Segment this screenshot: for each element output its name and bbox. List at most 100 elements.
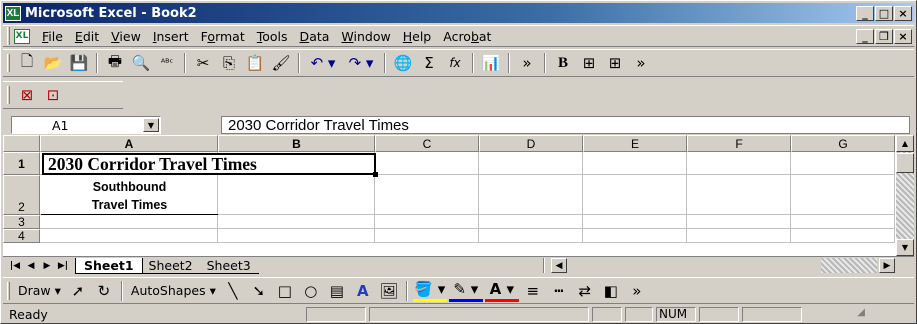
textbox-icon[interactable]: ▤ bbox=[325, 280, 349, 302]
cell-A2[interactable]: Southbound Travel Times bbox=[41, 176, 218, 215]
line-color-icon[interactable]: ✎ ▾ bbox=[448, 280, 483, 302]
bold-icon[interactable]: B bbox=[551, 52, 575, 74]
dash-style-icon[interactable]: ┅ bbox=[547, 280, 571, 302]
grid-cell[interactable] bbox=[583, 175, 687, 215]
name-box[interactable]: A1 ▼ bbox=[11, 116, 161, 134]
arrow-style-icon[interactable]: ⇄ bbox=[573, 280, 597, 302]
rectangle-icon[interactable]: □ bbox=[273, 280, 297, 302]
oval-icon[interactable]: ○ bbox=[299, 280, 323, 302]
cut-icon[interactable]: ✂ bbox=[191, 52, 215, 74]
grid-cell[interactable] bbox=[583, 215, 687, 229]
column-header[interactable]: D bbox=[479, 135, 583, 152]
grid-cell[interactable] bbox=[40, 229, 218, 243]
drawing-toolbar-grip[interactable] bbox=[7, 281, 10, 300]
menu-item[interactable]: Format bbox=[195, 29, 251, 44]
autoshapes-menu[interactable]: AutoShapes ▾ bbox=[127, 283, 220, 298]
menu-item[interactable]: Tools bbox=[251, 29, 294, 44]
menu-item[interactable]: Acrobat bbox=[437, 29, 497, 44]
workbook-icon[interactable]: XL bbox=[14, 28, 30, 44]
grid-cell[interactable] bbox=[479, 175, 583, 215]
convert-and-email-icon[interactable]: ⊡ bbox=[41, 84, 65, 106]
grid-cell[interactable] bbox=[218, 175, 375, 215]
menu-item[interactable]: Window bbox=[335, 29, 396, 44]
undo-icon[interactable]: ↶ ▾ bbox=[305, 52, 341, 74]
select-all-corner[interactable] bbox=[3, 135, 40, 152]
menu-item[interactable]: Help bbox=[397, 29, 438, 44]
draw-menu[interactable]: Draw ▾ bbox=[14, 283, 65, 298]
row-header[interactable]: 1 bbox=[3, 152, 40, 175]
resize-grip-icon[interactable]: ◢ bbox=[805, 307, 865, 322]
new-icon[interactable]: 🗋 bbox=[15, 52, 39, 74]
wordart-icon[interactable]: A bbox=[351, 280, 375, 302]
save-icon[interactable]: 💾 bbox=[67, 52, 91, 74]
toolbar-grip[interactable] bbox=[7, 54, 10, 72]
scroll-right-icon[interactable]: ▶ bbox=[879, 258, 895, 273]
grid-cell[interactable] bbox=[687, 152, 791, 175]
grid-cell[interactable] bbox=[583, 229, 687, 243]
menu-item[interactable]: View bbox=[105, 29, 147, 44]
grid-cell[interactable] bbox=[218, 215, 375, 229]
grid-cell[interactable] bbox=[479, 152, 583, 175]
menu-item[interactable]: File bbox=[36, 29, 69, 44]
arrow-icon[interactable]: ➘ bbox=[247, 280, 271, 302]
grid-cell[interactable] bbox=[791, 215, 895, 229]
column-header[interactable]: E bbox=[583, 135, 687, 152]
tab-split-box[interactable] bbox=[543, 258, 545, 273]
function-icon[interactable]: fx bbox=[443, 52, 467, 74]
minimize-button[interactable]: _ bbox=[856, 6, 874, 21]
spelling-icon[interactable]: ᴬᴮᶜ bbox=[155, 52, 179, 74]
toolbar-grip[interactable] bbox=[7, 86, 10, 104]
tab-sheet3[interactable]: Sheet3 bbox=[198, 258, 259, 274]
menu-item[interactable]: Edit bbox=[69, 29, 105, 44]
font-color-icon[interactable]: A ▾ bbox=[484, 280, 519, 302]
prev-sheet-icon[interactable]: ◀ bbox=[23, 258, 39, 274]
more-buttons-icon[interactable]: » bbox=[625, 280, 649, 302]
grid-cell[interactable] bbox=[791, 152, 895, 175]
grid-cell[interactable] bbox=[687, 175, 791, 215]
maximize-button[interactable]: □ bbox=[875, 6, 893, 21]
row-header[interactable]: 3 bbox=[3, 215, 40, 229]
format-painter-icon[interactable]: 🖌 bbox=[269, 52, 293, 74]
grid-cell[interactable] bbox=[687, 215, 791, 229]
line-style-icon[interactable]: ≡ bbox=[521, 280, 545, 302]
scroll-up-icon[interactable]: ▲ bbox=[896, 135, 914, 152]
chevron-down-icon[interactable]: ▼ bbox=[143, 118, 159, 132]
3d-icon[interactable]: ◧ bbox=[599, 280, 623, 302]
workbook-minimize-button[interactable]: _ bbox=[856, 29, 874, 44]
fill-color-icon[interactable]: 🪣 ▾ bbox=[412, 280, 447, 302]
grid-cell[interactable] bbox=[375, 229, 479, 243]
print-icon[interactable]: 🖶 bbox=[103, 52, 127, 74]
free-rotate-icon[interactable]: ↻ bbox=[92, 280, 116, 302]
copy-icon[interactable]: ⎘ bbox=[217, 52, 241, 74]
column-header[interactable]: B bbox=[218, 135, 375, 152]
grid-cell[interactable] bbox=[791, 229, 895, 243]
fill-handle[interactable] bbox=[373, 172, 378, 177]
column-header[interactable]: F bbox=[687, 135, 791, 152]
open-icon[interactable]: 📂 bbox=[41, 52, 65, 74]
grid-cell[interactable] bbox=[218, 229, 375, 243]
grid-cell[interactable] bbox=[375, 175, 479, 215]
workbook-restore-button[interactable]: ❐ bbox=[875, 29, 893, 44]
workbook-close-button[interactable]: × bbox=[894, 29, 912, 44]
last-sheet-icon[interactable]: ▶| bbox=[55, 258, 71, 274]
column-header[interactable]: G bbox=[791, 135, 895, 152]
menu-item[interactable]: Data bbox=[294, 29, 336, 44]
paste-icon[interactable]: 📋 bbox=[243, 52, 267, 74]
title-bar[interactable]: XL Microsoft Excel - Book2 _ □ × bbox=[3, 3, 914, 23]
print-preview-icon[interactable]: 🔍 bbox=[129, 52, 153, 74]
cell-A1[interactable]: 2030 Corridor Travel Times bbox=[42, 153, 376, 175]
scroll-down-icon[interactable]: ▼ bbox=[896, 239, 914, 256]
merge-center-icon[interactable]: ⊞ bbox=[577, 52, 601, 74]
first-sheet-icon[interactable]: |◀ bbox=[7, 258, 23, 274]
tab-sheet1[interactable]: Sheet1 bbox=[75, 257, 143, 274]
close-button[interactable]: × bbox=[894, 6, 912, 21]
chart-wizard-icon[interactable]: 📊 bbox=[479, 52, 503, 74]
row-header[interactable]: 2 bbox=[3, 175, 40, 215]
select-objects-icon[interactable]: ➚ bbox=[66, 280, 90, 302]
scroll-left-icon[interactable]: ◀ bbox=[551, 258, 567, 273]
grid-cell[interactable] bbox=[583, 152, 687, 175]
column-header[interactable]: A bbox=[40, 135, 218, 152]
merge-center-2-icon[interactable]: ⊞ bbox=[603, 52, 627, 74]
column-header[interactable]: C bbox=[375, 135, 479, 152]
line-icon[interactable]: ╲ bbox=[221, 280, 245, 302]
